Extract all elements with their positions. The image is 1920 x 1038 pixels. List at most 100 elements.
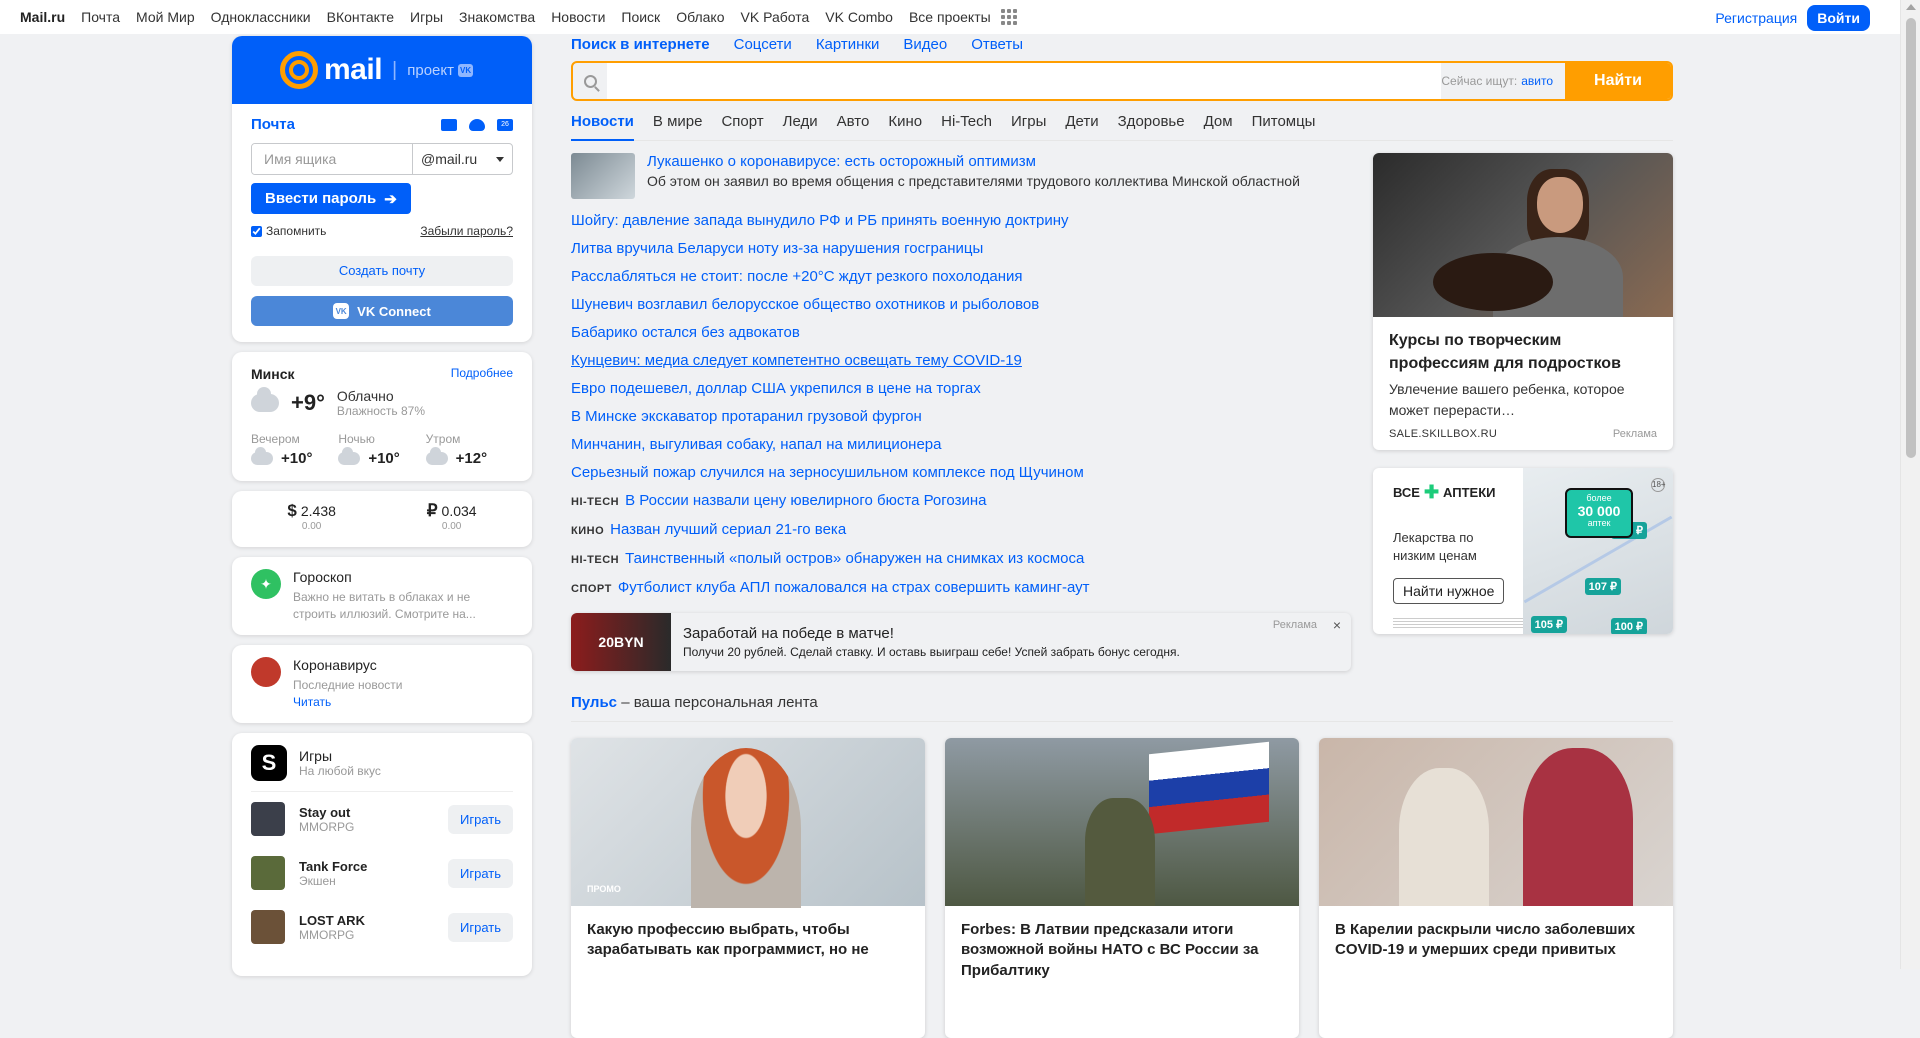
currency-widget[interactable]: $2.438 0.00 ₽0.034 0.00: [232, 491, 532, 547]
lead-news-image[interactable]: [571, 153, 635, 199]
news-tab-health[interactable]: Здоровье: [1118, 113, 1185, 132]
trending-link[interactable]: авито: [1521, 74, 1553, 88]
usd-change: 0.00: [301, 521, 322, 532]
remember-label[interactable]: Запомнить: [251, 224, 326, 238]
ad-label: Реклама: [1272, 619, 1317, 631]
nav-link-znakomstva[interactable]: Знакомства: [459, 9, 535, 25]
search-tab-web[interactable]: Поиск в интернете: [571, 36, 710, 53]
games-header[interactable]: S Игры На любой вкус: [251, 745, 513, 793]
nav-link-vk-combo[interactable]: VK Combo: [825, 9, 893, 25]
nav-link-novosti[interactable]: Новости: [551, 9, 605, 25]
pulse-brand[interactable]: Пульс: [571, 694, 617, 711]
page-scrollbar[interactable]: [1900, 0, 1920, 969]
news-tab-lady[interactable]: Леди: [783, 113, 818, 132]
play-button[interactable]: Играть: [448, 912, 513, 942]
news-item[interactable]: Бабарико остался без адвокатов: [571, 319, 1351, 347]
register-link[interactable]: Регистрация: [1715, 10, 1797, 26]
news-item[interactable]: Кунцевич: медиа следует компетентно осве…: [571, 347, 1351, 375]
news-item[interactable]: Минчанин, выгуливая собаку, напал на мил…: [571, 431, 1351, 459]
remember-checkbox[interactable]: [251, 225, 262, 237]
horoscope-title: Гороскоп: [293, 569, 352, 585]
coronavirus-read-link[interactable]: Читать: [293, 695, 331, 709]
domain-select[interactable]: @mail.ru: [412, 144, 512, 174]
auth-links: Регистрация Войти: [1715, 5, 1870, 31]
game-name[interactable]: Stay out: [299, 805, 434, 820]
lead-news-title[interactable]: Лукашенко о коронавирусе: есть осторожны…: [647, 153, 1347, 170]
chevron-down-icon: [496, 156, 504, 162]
scrollbar-thumb[interactable]: [1906, 18, 1916, 458]
news-tab-news[interactable]: Новости: [571, 113, 634, 141]
news-tab-kino[interactable]: Кино: [888, 113, 922, 132]
search-tab-images[interactable]: Картинки: [816, 36, 880, 53]
mail-title-link[interactable]: Почта: [251, 116, 295, 133]
game-thumbnail[interactable]: [251, 910, 285, 945]
news-tabs: Новости В мире Спорт Леди Авто Кино Hi-T…: [571, 113, 1673, 141]
news-tab-world[interactable]: В мире: [653, 113, 703, 132]
vk-connect-button[interactable]: VK VK Connect: [251, 296, 513, 326]
pharmacy-ad-card[interactable]: 100 ₽ 107 ₽ 105 ₽ 100 ₽ более 30 000 апт…: [1373, 467, 1673, 634]
news-tab-sport[interactable]: Спорт: [721, 113, 763, 132]
news-tab-hitech[interactable]: Hi-Tech: [941, 113, 992, 132]
nav-link-all-projects[interactable]: Все проекты: [909, 9, 991, 25]
weather-more-link[interactable]: Подробнее: [451, 366, 513, 382]
currency-rub: ₽0.034 0.00: [427, 501, 477, 537]
news-tab-auto[interactable]: Авто: [837, 113, 870, 132]
news-item[interactable]: Расслабляться не стоит: после +20°C ждут…: [571, 263, 1351, 291]
horoscope-widget[interactable]: ✦ Гороскоп Важно не витать в облаках и н…: [232, 557, 532, 635]
betting-ad-strip[interactable]: 20BYN Заработай на победе в матче! Получ…: [571, 613, 1351, 671]
news-tab-kids[interactable]: Дети: [1065, 113, 1098, 132]
games-widget: S Игры На любой вкус Stay out MMORPG Игр…: [232, 733, 532, 977]
news-item[interactable]: Литва вручила Беларуси ноту из-за наруше…: [571, 235, 1351, 263]
nav-link-pochta[interactable]: Почта: [81, 9, 120, 25]
search-tab-social[interactable]: Соцсети: [734, 36, 792, 53]
calendar-icon[interactable]: 26: [497, 118, 513, 131]
search-tab-video[interactable]: Видео: [903, 36, 947, 53]
cloud-icon[interactable]: [469, 118, 485, 131]
news-item[interactable]: В Минске экскаватор протаранил грузовой …: [571, 403, 1351, 431]
pulse-card[interactable]: В Карелии раскрыли число заболевших COVI…: [1319, 738, 1673, 1038]
nav-link-vk-rabota[interactable]: VK Работа: [741, 9, 810, 25]
find-medicine-button[interactable]: Найти нужное: [1393, 578, 1505, 605]
close-icon[interactable]: ×: [1333, 617, 1341, 633]
mailbox-name-input[interactable]: [252, 144, 412, 174]
game-thumbnail[interactable]: [251, 802, 285, 837]
nav-link-igry[interactable]: Игры: [410, 9, 443, 25]
search-tab-answers[interactable]: Ответы: [971, 36, 1023, 53]
news-item[interactable]: Шойгу: давление запада вынудило РФ и РБ …: [571, 207, 1351, 235]
login-button[interactable]: Войти: [1807, 5, 1870, 31]
play-button[interactable]: Играть: [448, 804, 513, 834]
game-name[interactable]: Tank Force: [299, 859, 434, 874]
news-item[interactable]: Спорт Футболист клуба АПЛ пожаловался на …: [571, 574, 1351, 603]
skillbox-ad-card[interactable]: Курсы по творческим профессиям для подро…: [1373, 153, 1673, 450]
skillbox-ad-image: [1373, 153, 1673, 317]
game-name[interactable]: LOST ARK: [299, 913, 434, 928]
nav-link-oblako[interactable]: Облако: [676, 9, 724, 25]
news-tab-games[interactable]: Игры: [1011, 113, 1046, 132]
pulse-card[interactable]: ПРОМО Какую профессию выбрать, чтобы зар…: [571, 738, 925, 1038]
nav-link-moy-mir[interactable]: Мой Мир: [136, 9, 195, 25]
cloudy-icon: [425, 447, 448, 465]
nav-link-poisk[interactable]: Поиск: [621, 9, 660, 25]
news-item[interactable]: Кино Назван лучший сериал 21-го века: [571, 516, 1351, 545]
news-item[interactable]: Hi-Tech Таинственный «полый остров» обнар…: [571, 545, 1351, 574]
create-mail-button[interactable]: Создать почту: [251, 256, 513, 286]
nav-link-odnoklassniki[interactable]: Одноклассники: [211, 9, 311, 25]
mailru-logo-link[interactable]: Mail.ru: [20, 9, 65, 25]
search-input[interactable]: [607, 63, 1442, 99]
news-item[interactable]: Евро подешевел, доллар США укрепился в ц…: [571, 375, 1351, 403]
nav-link-vkontakte[interactable]: ВКонтакте: [327, 9, 394, 25]
pulse-card[interactable]: Forbes: В Латвии предсказали итоги возмо…: [945, 738, 1299, 1038]
scroll-up-arrow-icon[interactable]: [1906, 4, 1916, 10]
play-button[interactable]: Играть: [448, 858, 513, 888]
news-item[interactable]: Серьезный пожар случился на зерносушильн…: [571, 459, 1351, 487]
search-button[interactable]: Найти: [1565, 63, 1671, 99]
news-tab-pets[interactable]: Питомцы: [1252, 113, 1316, 132]
news-item[interactable]: Hi-Tech В России назвали цену ювелирного …: [571, 487, 1351, 516]
forgot-password-link[interactable]: Забыли пароль?: [420, 224, 513, 238]
game-thumbnail[interactable]: [251, 856, 285, 891]
all-projects-grid-icon[interactable]: [1000, 9, 1017, 25]
video-call-icon[interactable]: [441, 118, 457, 131]
news-item[interactable]: Шуневич возглавил белорусское общество о…: [571, 291, 1351, 319]
enter-password-button[interactable]: Ввести пароль ➔: [251, 183, 411, 214]
news-tab-home[interactable]: Дом: [1204, 113, 1233, 132]
